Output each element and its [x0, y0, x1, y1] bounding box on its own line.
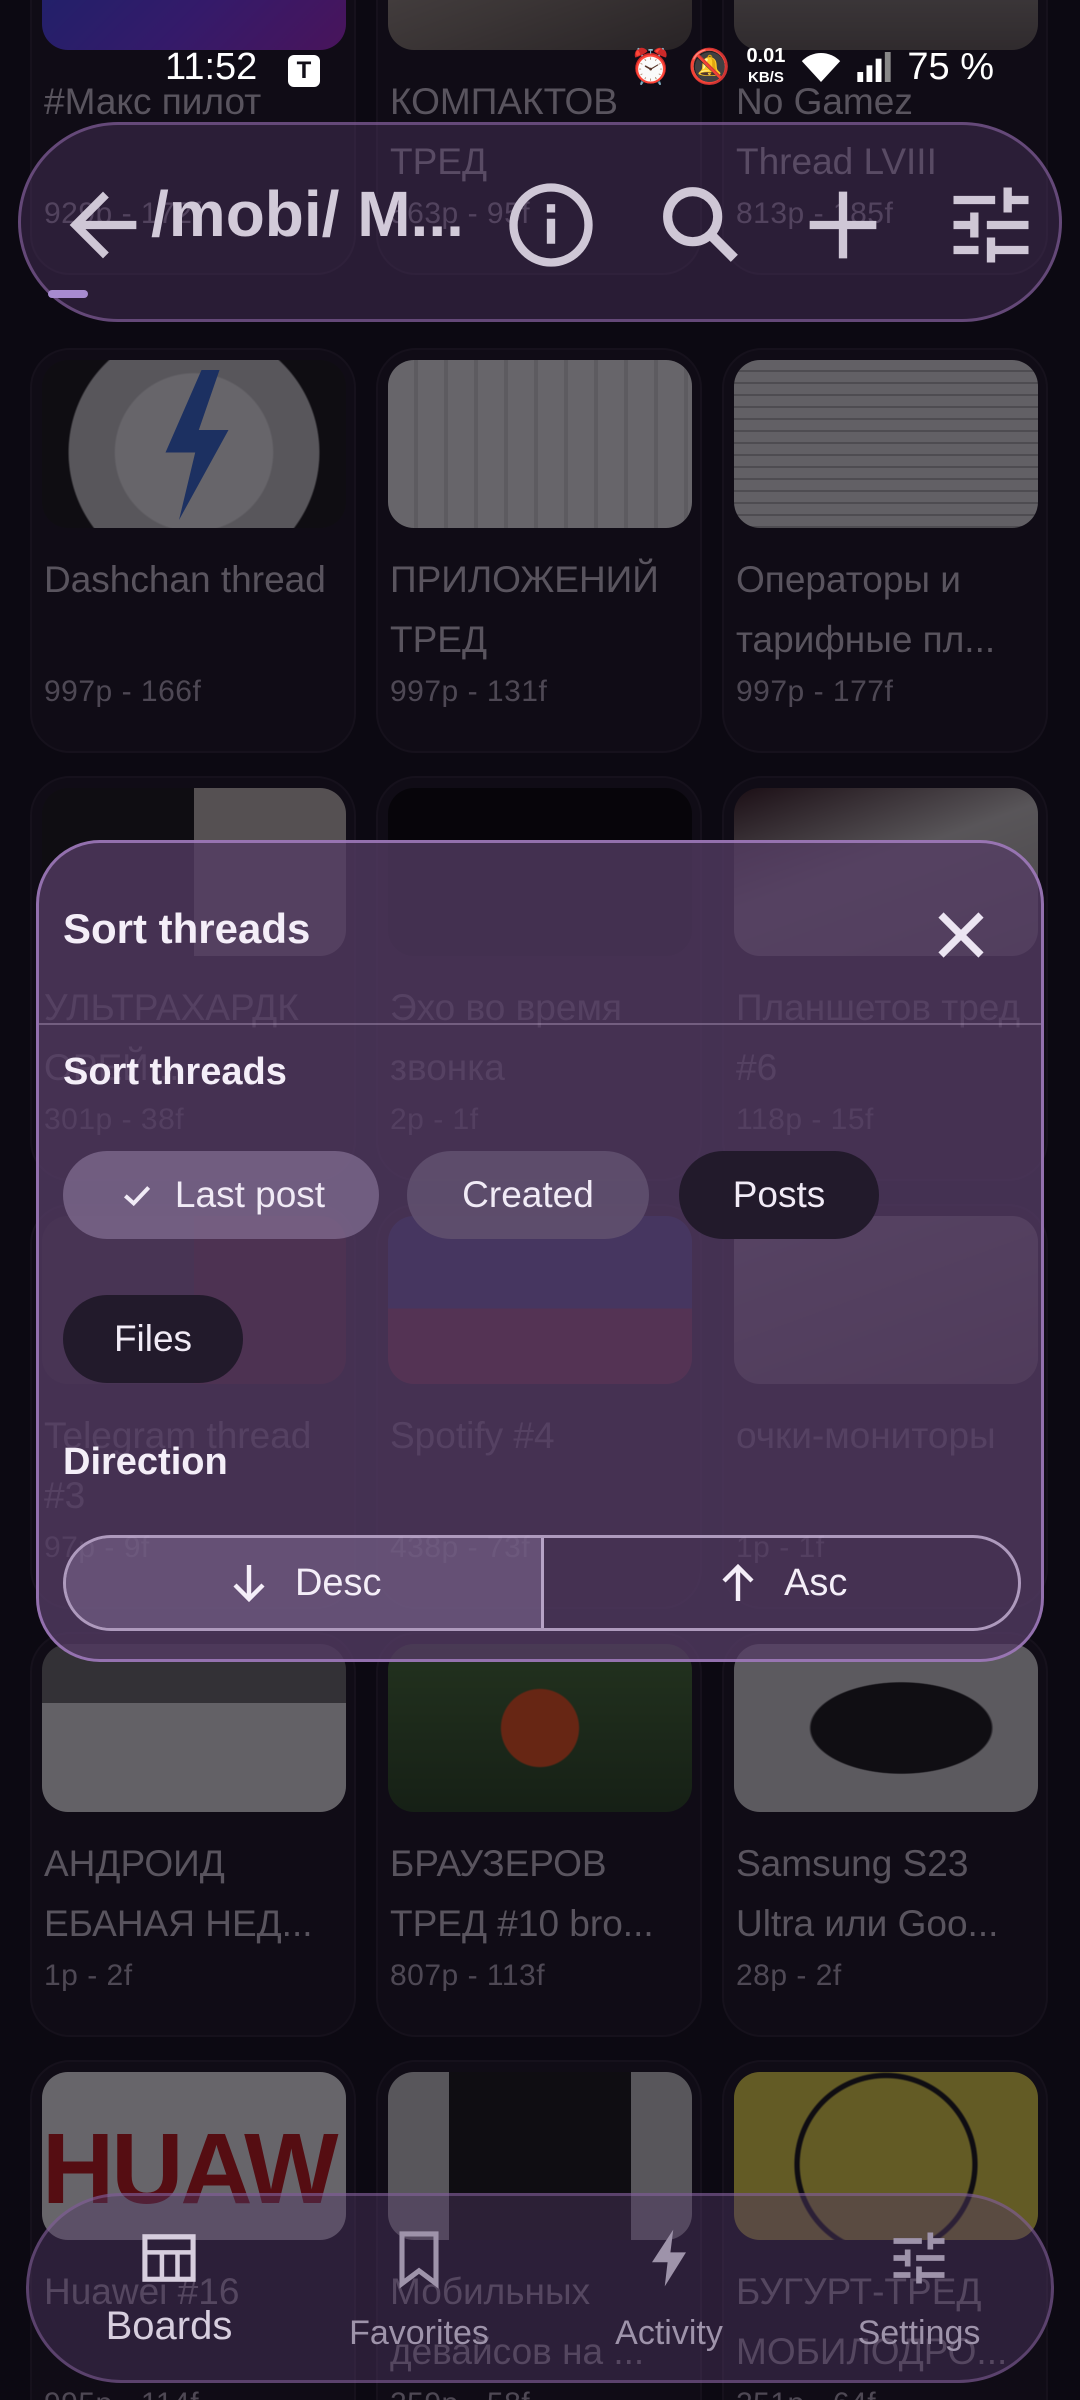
info-icon	[509, 183, 593, 267]
add-icon	[809, 191, 877, 259]
arrow-down-icon	[233, 1565, 265, 1603]
chip-label: Files	[113, 1318, 193, 1359]
nav-activity[interactable]: Activity	[569, 2196, 769, 2386]
status-bar: 11:52 T ⏰ 🔕 0.01 KB/S 75 %	[0, 0, 1080, 130]
chip-last-post[interactable]: Last post	[63, 1151, 379, 1239]
nav-label: Favorites	[349, 2314, 489, 2352]
net-speed-unit: KB/S	[747, 69, 784, 86]
search-icon	[663, 187, 738, 262]
chip-files[interactable]: Files	[63, 1295, 243, 1383]
sort-section-label: Sort threads	[63, 1051, 287, 1093]
check-icon	[123, 1186, 151, 1207]
nav-label: Boards	[105, 2304, 233, 2348]
boards-icon	[142, 2234, 196, 2282]
bottom-navigation: Boards Favorites Activity Settings	[26, 2193, 1054, 2383]
filter-button[interactable]	[941, 175, 1041, 275]
signal-icon	[857, 52, 892, 82]
nav-settings[interactable]: Settings	[819, 2196, 1019, 2386]
net-speed-value: 0.01	[746, 45, 786, 67]
nav-label: Activity	[615, 2314, 723, 2352]
nav-favorites[interactable]: Favorites	[319, 2196, 519, 2386]
arrow-up-icon	[722, 1563, 754, 1601]
back-button[interactable]	[53, 175, 153, 275]
chip-label: Last post	[174, 1174, 326, 1215]
direction-section-label: Direction	[63, 1441, 228, 1483]
tune-icon	[893, 2232, 945, 2284]
search-button[interactable]	[651, 175, 751, 275]
close-icon	[938, 912, 984, 958]
sort-dialog: Sort threads Sort threads Last post Crea…	[36, 840, 1044, 1662]
net-speed: 0.01 KB/S	[746, 46, 785, 88]
nav-label: Settings	[857, 2314, 981, 2352]
chip-label: Created	[462, 1174, 594, 1215]
direction-label: Desc	[294, 1561, 382, 1604]
direction-desc-button[interactable]: Desc	[66, 1538, 544, 1628]
nav-boards[interactable]: Boards	[69, 2196, 269, 2386]
wifi-icon	[801, 50, 841, 84]
bookmark-icon	[399, 2231, 439, 2289]
dialog-title: Sort threads	[63, 905, 311, 952]
dialog-divider	[39, 1023, 1041, 1025]
scroll-indicator	[48, 290, 88, 298]
arrow-back-icon	[69, 191, 137, 259]
close-button[interactable]	[921, 895, 1001, 975]
board-title[interactable]: /mobi/ М...	[151, 177, 464, 251]
app-notification-icon: T	[288, 55, 320, 87]
status-time: 11:52	[165, 46, 258, 88]
direction-segmented-control: Desc Asc	[63, 1535, 1021, 1631]
chip-created[interactable]: Created	[407, 1151, 649, 1239]
top-app-bar: /mobi/ М...	[18, 122, 1062, 322]
status-icons: ⏰ 🔕 0.01 KB/S 75 %	[630, 44, 994, 90]
direction-label: Asc	[784, 1561, 848, 1604]
alarm-icon: ⏰	[629, 48, 673, 86]
screen: #Макс пилот929p - 172fКОМПАКТОВ ТРЕД563p…	[0, 0, 1080, 2400]
direction-asc-button[interactable]: Asc	[544, 1538, 1019, 1628]
bolt-icon	[652, 2229, 686, 2287]
info-button[interactable]	[501, 175, 601, 275]
chip-label: Posts	[732, 1174, 826, 1215]
battery-level: 75 %	[907, 45, 994, 88]
chip-posts[interactable]: Posts	[679, 1151, 879, 1239]
mute-icon: 🔕	[688, 48, 731, 86]
tune-icon	[953, 187, 1029, 263]
add-thread-button[interactable]	[793, 175, 893, 275]
